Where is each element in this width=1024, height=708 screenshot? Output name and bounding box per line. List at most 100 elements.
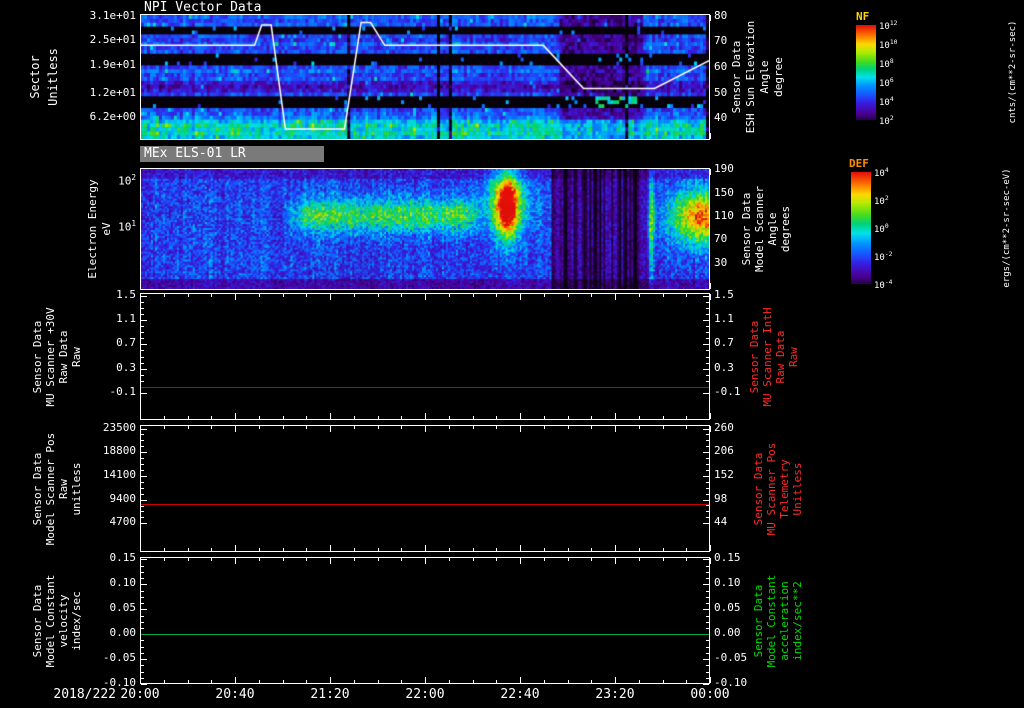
tick-label: 2.5e+01: [89, 33, 136, 46]
axis-tick: [663, 548, 664, 551]
panel3-left-axis-label: Sensor Data: [31, 320, 44, 393]
axis-tick: [354, 548, 355, 551]
axis-tick: [706, 302, 709, 303]
axis-tick: [706, 566, 709, 567]
colorbar-def-title: DEF: [849, 157, 869, 170]
tick-label: 1.2e+01: [89, 86, 136, 99]
axis-tick: [496, 680, 497, 683]
axis-tick: [591, 426, 592, 429]
panel1-left-axis-label: Sector: [28, 55, 42, 99]
tick-label: 0.05: [714, 601, 741, 614]
tick-label: 1.5: [116, 288, 136, 301]
axis-tick: [706, 572, 709, 573]
axis-tick: [706, 678, 709, 679]
axis-tick: [425, 677, 426, 683]
axis-tick: [354, 680, 355, 683]
axis-tick: [141, 381, 144, 382]
axis-tick: [496, 558, 497, 561]
axis-tick: [710, 169, 711, 175]
tick-label: 0.00: [109, 626, 137, 639]
axis-tick: [568, 680, 569, 683]
axis-tick: [544, 426, 545, 429]
axis-tick: [188, 416, 189, 419]
axis-tick: [401, 558, 402, 561]
axis-tick: [378, 416, 379, 419]
axis-tick: [425, 426, 426, 432]
axis-tick: [706, 326, 709, 327]
axis-tick: [141, 440, 144, 441]
axis-tick: [710, 426, 711, 432]
axis-tick: [141, 523, 147, 524]
axis-tick: [140, 413, 141, 419]
axis-tick: [706, 672, 709, 673]
axis-tick: [706, 647, 709, 648]
axis-tick: [639, 426, 640, 429]
axis-tick: [706, 622, 709, 623]
axis-tick: [706, 375, 709, 376]
axis-tick: [710, 294, 711, 300]
axis-tick: [710, 545, 711, 551]
tick-label: 4700: [109, 515, 137, 528]
tick-label: 44: [714, 515, 728, 528]
x-axis-time-label: 23:20: [595, 687, 635, 702]
tick-label: 190: [714, 162, 734, 175]
axis-tick: [378, 548, 379, 551]
axis-tick: [211, 680, 212, 683]
axis-tick: [211, 558, 212, 561]
axis-tick: [496, 416, 497, 419]
tick-label: 1.1: [116, 312, 136, 325]
axis-tick: [615, 413, 616, 419]
axis-tick: [663, 558, 664, 561]
axis-tick: [639, 680, 640, 683]
axis-tick: [401, 416, 402, 419]
panel2-right-axis-label: degrees: [779, 205, 792, 253]
axis-tick: [706, 357, 709, 358]
axis-tick: [686, 558, 687, 561]
axis-tick: [703, 452, 709, 453]
axis-tick: [188, 426, 189, 429]
axis-tick: [141, 314, 144, 315]
axis-tick: [706, 314, 709, 315]
axis-tick: [141, 429, 147, 430]
axis-tick: [615, 677, 616, 683]
axis-tick: [378, 426, 379, 429]
axis-tick: [306, 680, 307, 683]
axis-tick: [141, 647, 144, 648]
axis-tick: [259, 680, 260, 683]
axis-tick: [141, 332, 144, 333]
axis-tick: [449, 294, 450, 297]
axis-tick: [141, 344, 147, 345]
axis-tick: [706, 446, 709, 447]
axis-tick: [449, 416, 450, 419]
tick-label: 260: [714, 421, 734, 434]
axis-tick: [703, 584, 709, 585]
axis-tick: [141, 659, 147, 660]
tick-label: -0.05: [714, 651, 748, 664]
axis-tick: [235, 426, 236, 432]
tick-label: 1.1: [714, 312, 734, 325]
tick-label: 206: [714, 444, 734, 457]
axis-tick: [141, 476, 147, 477]
axis-tick: [710, 283, 711, 289]
colorbar-nf-tick-label: 108: [879, 58, 894, 70]
axis-tick: [544, 558, 545, 561]
axis-tick: [520, 545, 521, 551]
axis-tick: [164, 558, 165, 561]
axis-tick: [425, 558, 426, 564]
panel2-title-bar: MEx ELS-01 LR: [140, 146, 324, 162]
axis-tick: [703, 609, 709, 610]
axis-tick: [141, 338, 144, 339]
tick-label: 101: [118, 219, 136, 234]
x-axis-time-label: 00:00: [690, 687, 730, 702]
tick-label: 23500: [102, 421, 136, 434]
axis-tick: [425, 294, 426, 300]
axis-tick: [141, 452, 147, 453]
axis-tick: [306, 416, 307, 419]
axis-tick: [164, 426, 165, 429]
axis-tick: [141, 609, 147, 610]
axis-tick: [141, 350, 144, 351]
axis-tick: [141, 506, 144, 507]
axis-tick: [703, 320, 709, 321]
axis-tick: [703, 500, 709, 501]
axis-tick: [141, 672, 144, 673]
